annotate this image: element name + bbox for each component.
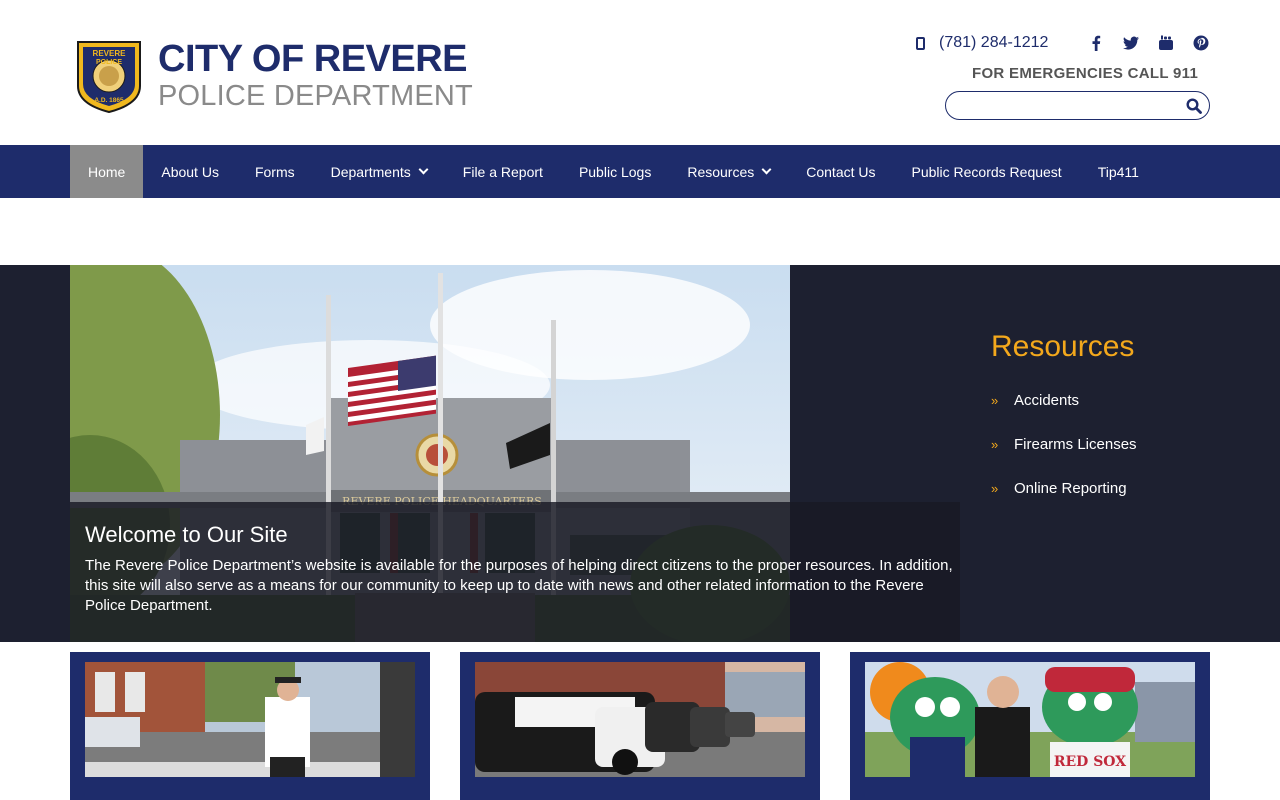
hero-title: Welcome to Our Site [85,522,288,547]
chevron-down-icon [418,164,429,174]
phone-icon [916,36,925,50]
feature-card[interactable]: RED SOX [850,652,1210,800]
search-box [945,91,1210,120]
police-badge-icon: REVERE POLICE A.D. 1865 [77,41,141,114]
nav-item-tip411[interactable]: Tip411 [1080,145,1157,198]
officer-photo [85,662,415,777]
search-input[interactable] [958,92,1183,118]
feature-cards: RED SOX [0,652,1280,800]
feature-card[interactable] [460,652,820,800]
contact-bar: (781) 284-1212 [916,34,1210,52]
nav-item-resources[interactable]: Resources [669,145,788,198]
facebook-icon[interactable] [1087,34,1105,52]
twitter-icon[interactable] [1122,34,1140,52]
chevron-right-icon: » [991,392,998,408]
nav-item-forms[interactable]: Forms [237,145,313,198]
resource-link-firearms-licenses[interactable]: » Firearms Licenses [991,422,1137,466]
feature-card[interactable] [70,652,430,800]
logo-subtitle: POLICE DEPARTMENT [158,79,473,112]
svg-text:REVERE: REVERE [93,49,127,58]
logo-title: CITY OF REVERE [158,37,468,80]
chevron-right-icon: » [991,436,998,452]
resource-link-online-reporting[interactable]: » Online Reporting [991,466,1137,510]
resource-link-accidents[interactable]: » Accidents [991,378,1137,422]
nav-item-departments[interactable]: Departments [313,145,445,198]
mascots-photo: RED SOX [865,662,1195,777]
pinterest-icon[interactable] [1192,34,1210,52]
chevron-down-icon [761,164,772,174]
hero-description: The Revere Police Department’s website i… [85,557,953,614]
nav-item-home[interactable]: Home [70,145,144,198]
youtube-icon[interactable] [1157,34,1175,52]
main-nav: Home About Us Forms Departments File a R… [0,145,1280,198]
emergency-notice: FOR EMERGENCIES CALL 911 [972,65,1199,82]
nav-item-contact-us[interactable]: Contact Us [788,145,893,198]
svg-text:A.D. 1865: A.D. 1865 [94,97,124,104]
svg-text:POLICE: POLICE [96,59,122,66]
search-icon[interactable] [1186,98,1202,114]
police-cruisers-photo [475,662,805,777]
social-links [1070,34,1210,52]
svg-text:RED SOX: RED SOX [1054,754,1126,770]
phone-number[interactable]: (781) 284-1212 [939,34,1048,52]
nav-item-public-logs[interactable]: Public Logs [561,145,669,198]
nav-item-about-us[interactable]: About Us [143,145,237,198]
nav-item-public-records-request[interactable]: Public Records Request [894,145,1080,198]
site-logo[interactable]: REVERE POLICE A.D. 1865 CITY OF REVERE P… [74,36,473,114]
chevron-right-icon: » [991,480,998,496]
resources-title: Resources [991,330,1135,363]
nav-item-file-a-report[interactable]: File a Report [445,145,561,198]
site-header: REVERE POLICE A.D. 1865 CITY OF REVERE P… [0,0,1280,145]
resources-panel: Resources » Accidents » Firearms License… [991,330,1137,510]
